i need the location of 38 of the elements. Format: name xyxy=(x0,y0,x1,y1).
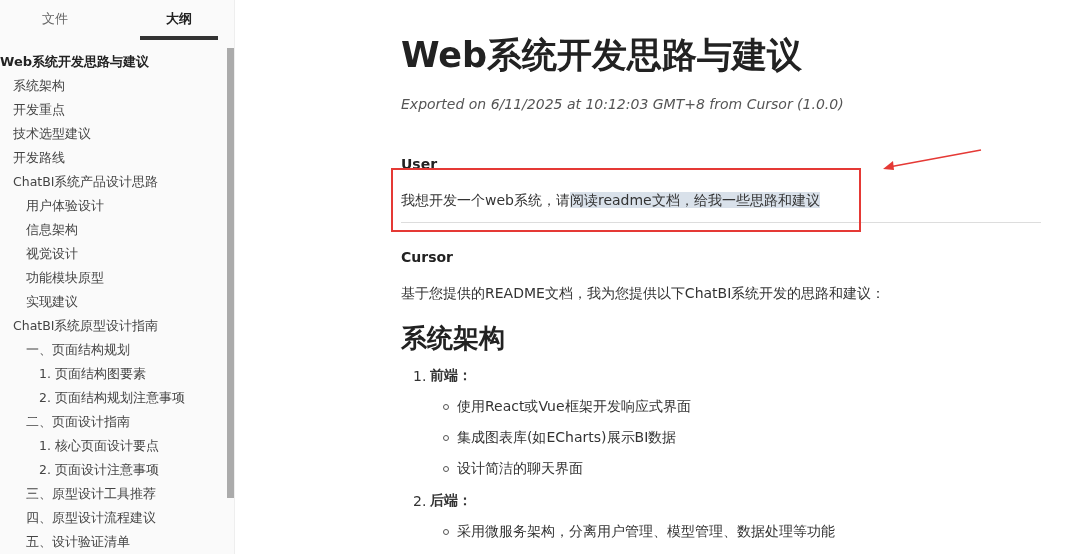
sidebar-tab[interactable]: 文件 xyxy=(0,0,110,40)
outline-item[interactable]: 1. 页面结构图要素 xyxy=(0,362,146,386)
outline-item[interactable]: 1. 核心页面设计要点 xyxy=(0,434,159,458)
section-heading: 系统架构 xyxy=(401,322,505,355)
outline-item[interactable]: 实现建议 xyxy=(0,290,78,314)
outline-item[interactable]: 开发重点 xyxy=(0,98,65,122)
outline-item[interactable]: 一、页面结构规划 xyxy=(0,338,130,362)
cursor-label: Cursor xyxy=(401,249,453,265)
outline-item[interactable]: ChatBI系统产品设计思路 xyxy=(0,170,159,194)
outline-item[interactable]: 2. 页面结构规划注意事项 xyxy=(0,386,185,410)
outline-item[interactable]: Web系统开发思路与建议 xyxy=(0,50,149,74)
list-number: 1. xyxy=(413,368,427,384)
outline-item[interactable]: 系统架构 xyxy=(0,74,65,98)
outline-item[interactable]: 四、原型设计流程建议 xyxy=(0,506,156,530)
intro-paragraph: 基于您提供的README文档，我为您提供以下ChatBI系统开发的思路和建议： xyxy=(401,285,887,303)
list-item: 使用React或Vue框架开发响应式界面 xyxy=(457,398,691,416)
list-item: 采用微服务架构，分离用户管理、模型管理、数据处理等功能 xyxy=(457,523,835,541)
list-label: 后端： xyxy=(430,492,473,510)
list-number: 2. xyxy=(413,493,427,509)
outline-item[interactable]: 二、页面设计指南 xyxy=(0,410,130,434)
document-title: Web系统开发思路与建议 xyxy=(401,34,804,77)
outline-item[interactable]: 信息架构 xyxy=(0,218,78,242)
user-message: 我想开发一个web系统，请阅读readme文档，给我一些思路和建议 xyxy=(401,192,820,208)
outline-item[interactable]: 五、设计验证清单 xyxy=(0,530,130,554)
outline-item[interactable]: ChatBI系统原型设计指南 xyxy=(0,314,159,338)
outline-item[interactable]: 三、原型设计工具推荐 xyxy=(0,482,156,506)
list-item: 设计简洁的聊天界面 xyxy=(457,460,583,478)
outline-item[interactable]: 视觉设计 xyxy=(0,242,78,266)
list-item: 集成图表库(如ECharts)展示BI数据 xyxy=(457,429,677,447)
list-label: 前端： xyxy=(430,367,473,385)
outline-item[interactable]: 功能模块原型 xyxy=(0,266,104,290)
export-info: Exported on 6/11/2025 at 10:12:03 GMT+8 from Cursor (1.0.0) xyxy=(401,96,845,112)
scrollbar-thumb[interactable] xyxy=(227,48,234,498)
outline-item[interactable]: 开发路线 xyxy=(0,146,65,170)
sidebar-tab[interactable]: 大纲 xyxy=(124,0,234,40)
outline-item[interactable]: 用户体验设计 xyxy=(0,194,104,218)
outline-item[interactable]: 技术选型建议 xyxy=(0,122,91,146)
outline-item[interactable]: 2. 页面设计注意事项 xyxy=(0,458,159,482)
